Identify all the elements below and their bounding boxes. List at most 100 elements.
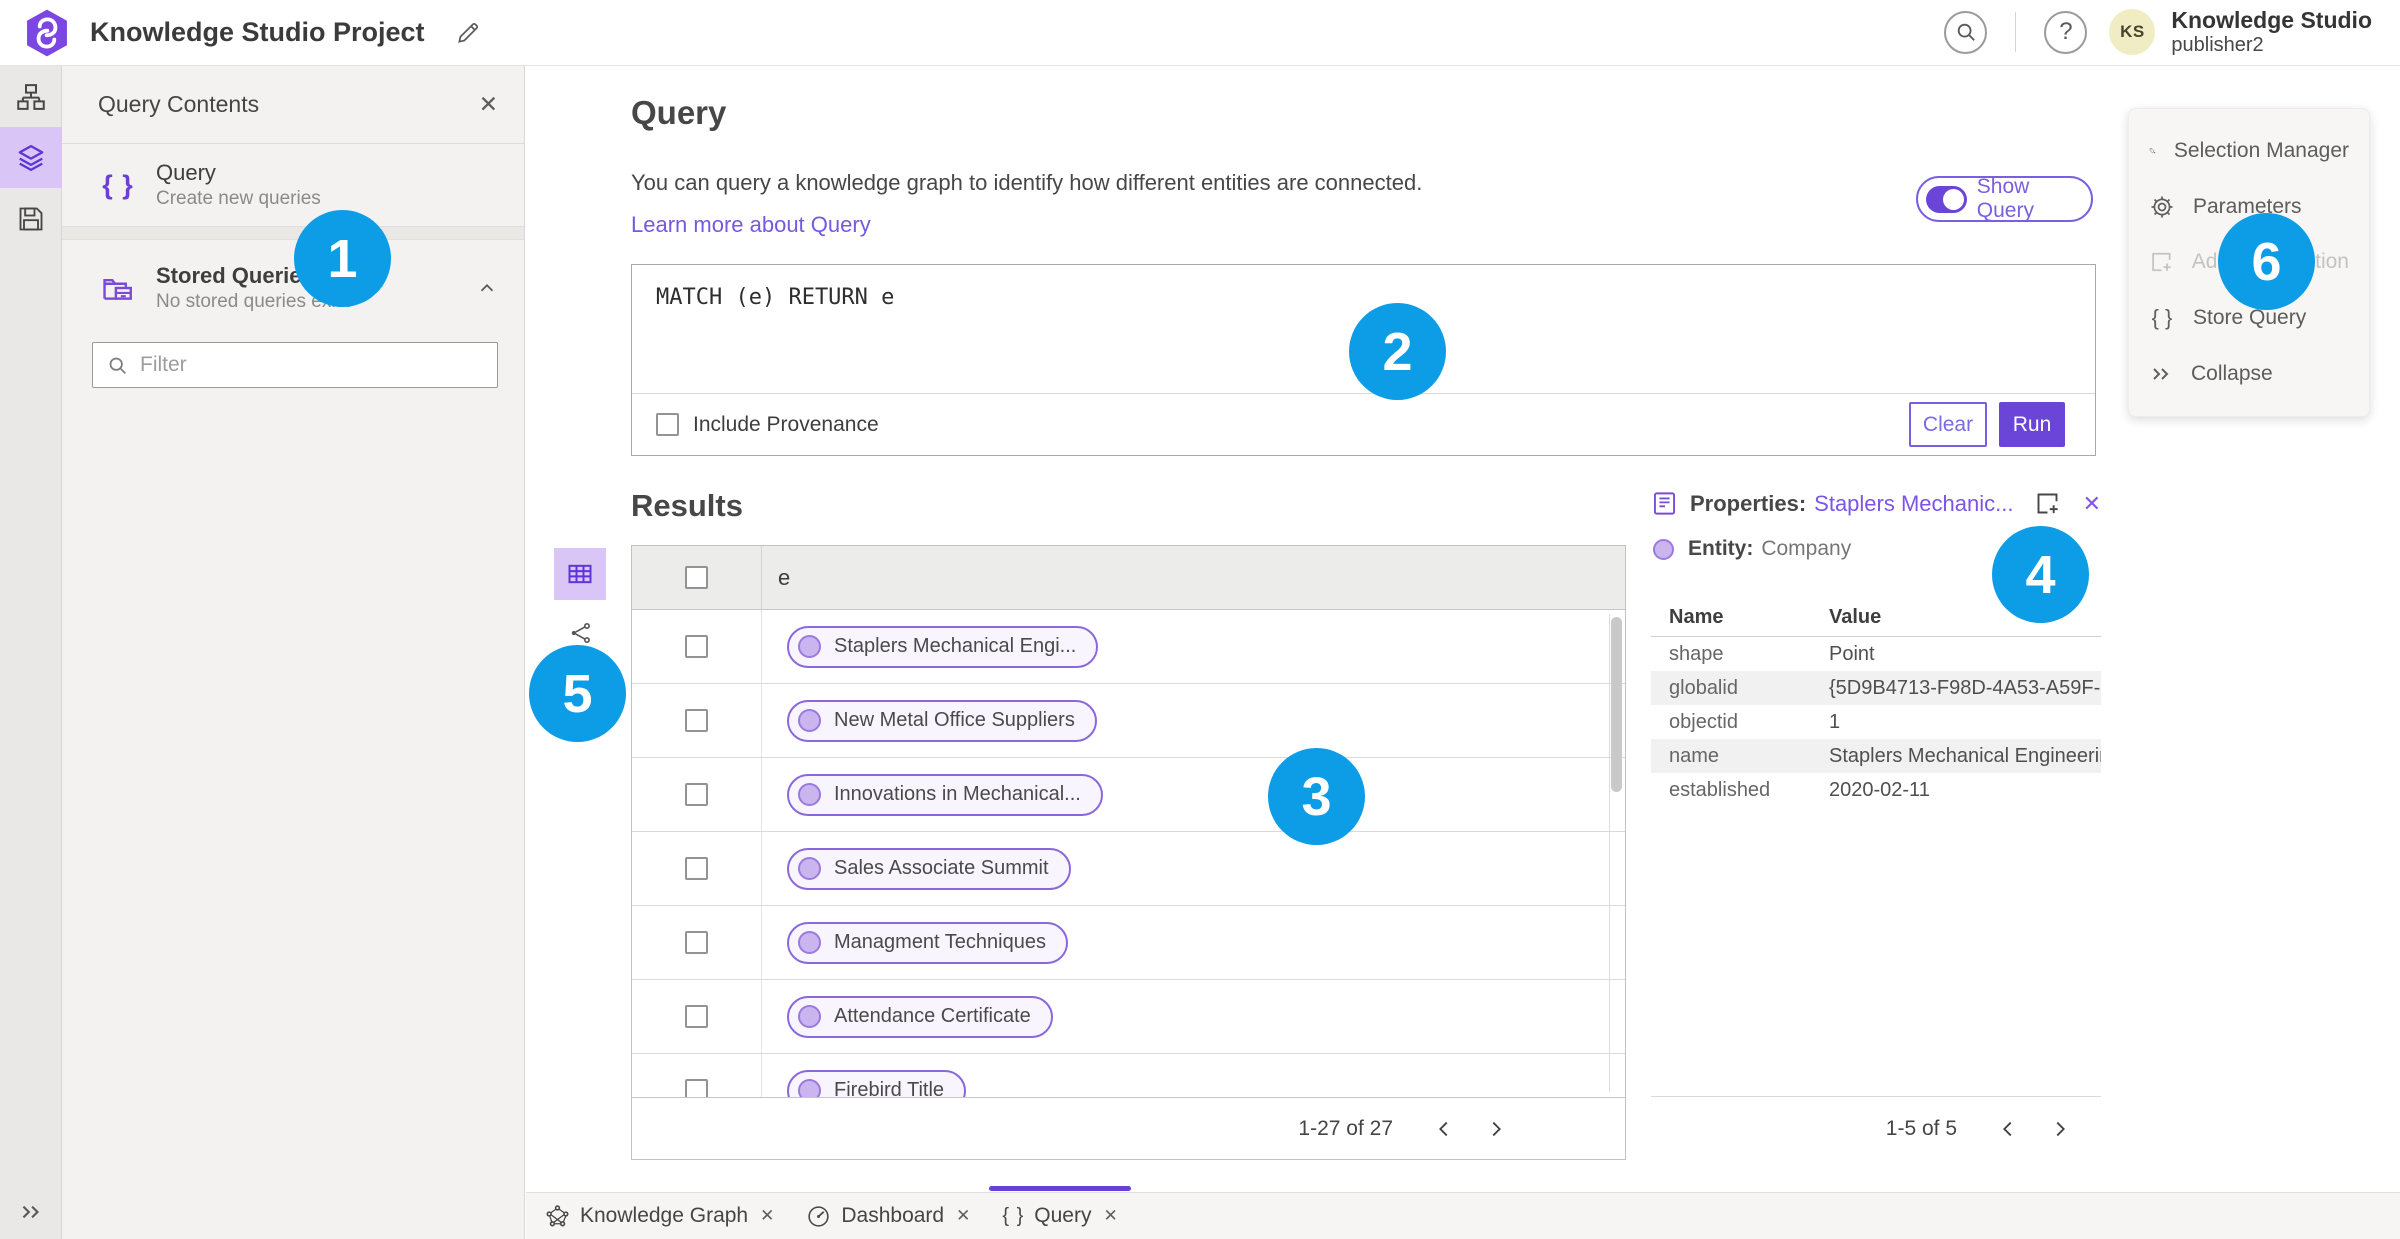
entity-pill[interactable]: Sales Associate Summit bbox=[787, 847, 1071, 890]
entity-dot-icon bbox=[798, 931, 821, 954]
tab-query[interactable]: { } Query ✕ bbox=[989, 1185, 1132, 1239]
properties-icon bbox=[1653, 492, 1676, 515]
close-panel-button[interactable]: ✕ bbox=[479, 91, 498, 118]
results-next-page-button[interactable] bbox=[1479, 1112, 1513, 1146]
avatar[interactable]: KS bbox=[2109, 9, 2156, 56]
clear-button[interactable]: Clear bbox=[1909, 402, 1987, 447]
dashboard-gauge-icon bbox=[808, 1205, 830, 1227]
filter-box bbox=[92, 342, 498, 388]
include-provenance-checkbox[interactable] bbox=[656, 413, 679, 436]
show-query-label: Show Query bbox=[1976, 175, 2034, 222]
properties-header: Properties: Staplers Mechanic... ✕ bbox=[1651, 490, 2101, 517]
close-tab-button[interactable]: ✕ bbox=[956, 1206, 970, 1226]
expand-rail-button[interactable] bbox=[0, 1199, 62, 1225]
entity-pill-label: Staplers Mechanical Engi... bbox=[834, 635, 1077, 657]
entity-pill[interactable]: Innovations in Mechanical... bbox=[787, 773, 1103, 816]
contents-rail-button[interactable] bbox=[0, 127, 62, 188]
row-checkbox[interactable] bbox=[685, 635, 708, 658]
close-properties-button[interactable]: ✕ bbox=[2083, 491, 2101, 517]
save-icon bbox=[19, 207, 43, 230]
callout-5: 5 bbox=[529, 645, 626, 742]
property-value: Point bbox=[1829, 642, 1875, 665]
select-all-checkbox[interactable] bbox=[685, 566, 708, 589]
sidebar-item-stored-queries[interactable]: Stored Queries No stored queries exist bbox=[62, 240, 524, 336]
data-model-rail-button[interactable] bbox=[0, 66, 62, 127]
collapse-item[interactable]: Collapse bbox=[2129, 353, 2369, 395]
link-chart-icon bbox=[571, 622, 590, 644]
edit-title-button[interactable] bbox=[455, 20, 481, 46]
property-name: shape bbox=[1669, 642, 1724, 665]
filter-search-icon bbox=[109, 357, 126, 374]
entity-pill-label: Sales Associate Summit bbox=[834, 857, 1049, 879]
braces-icon: { } bbox=[2151, 305, 2173, 331]
search-icon bbox=[1957, 24, 1975, 42]
results-pagination: 1-27 of 27 bbox=[632, 1097, 1625, 1159]
close-tab-button[interactable]: ✕ bbox=[760, 1206, 774, 1226]
tab-label: Query bbox=[1034, 1204, 1092, 1227]
braces-icon: { } bbox=[1002, 1204, 1025, 1227]
results-table: e Staplers Mechanical Engi... New Metal … bbox=[631, 545, 1626, 1160]
close-tab-button[interactable]: ✕ bbox=[1103, 1206, 1117, 1226]
properties-page-range: 1-5 of 5 bbox=[1885, 1116, 1957, 1140]
table-row: Sales Associate Summit bbox=[632, 832, 1625, 906]
row-checkbox[interactable] bbox=[685, 1005, 708, 1028]
table-row: Attendance Certificate bbox=[632, 980, 1625, 1054]
entity-pill-label: Innovations in Mechanical... bbox=[834, 783, 1081, 805]
user-menu[interactable]: Knowledge Studio publisher2 bbox=[2171, 8, 2372, 57]
entity-dot-icon bbox=[798, 635, 821, 658]
run-button[interactable]: Run bbox=[1999, 402, 2065, 447]
entity-pill-label: Attendance Certificate bbox=[834, 1005, 1031, 1027]
tab-dashboard[interactable]: Dashboard ✕ bbox=[793, 1193, 983, 1239]
results-prev-page-button[interactable] bbox=[1427, 1112, 1461, 1146]
entity-pill[interactable]: New Metal Office Suppliers bbox=[787, 699, 1097, 742]
table-view-button[interactable] bbox=[554, 548, 606, 600]
row-checkbox[interactable] bbox=[685, 857, 708, 880]
tab-label: Knowledge Graph bbox=[580, 1204, 749, 1227]
panel-title: Query Contents bbox=[98, 91, 260, 117]
save-rail-button[interactable] bbox=[0, 188, 62, 249]
properties-title: Properties: bbox=[1690, 490, 1807, 516]
properties-entity-link[interactable]: Staplers Mechanic... bbox=[1814, 491, 2013, 517]
filter-input[interactable] bbox=[140, 353, 483, 377]
left-icon-rail bbox=[0, 66, 62, 1239]
table-icon bbox=[568, 564, 592, 584]
property-row: name Staplers Mechanical Engineering bbox=[1651, 739, 2101, 773]
learn-more-link[interactable]: Learn more about Query bbox=[631, 212, 871, 238]
row-checkbox[interactable] bbox=[685, 783, 708, 806]
entity-dot-icon bbox=[798, 1079, 821, 1097]
knowledge-graph-icon bbox=[546, 1204, 569, 1226]
query-editor-footer: Include Provenance Clear Run bbox=[632, 393, 2095, 455]
entity-pill-label: Firebird Title bbox=[834, 1079, 945, 1097]
callout-1: 1 bbox=[294, 210, 391, 307]
entity-pill[interactable]: Staplers Mechanical Engi... bbox=[787, 625, 1099, 668]
sidebar-item-query[interactable]: { } Query Create new queries bbox=[62, 144, 524, 226]
callout-4: 4 bbox=[1992, 526, 2089, 623]
entity-type-icon bbox=[1653, 538, 1674, 560]
scrollbar-thumb[interactable] bbox=[1611, 617, 1622, 792]
row-checkbox[interactable] bbox=[685, 1079, 708, 1097]
double-chevron-right-icon bbox=[2153, 368, 2169, 380]
collapse-section-button[interactable] bbox=[476, 277, 498, 299]
selection-manager-item[interactable]: Selection Manager bbox=[2129, 130, 2369, 172]
properties-next-page-button[interactable] bbox=[2043, 1112, 2077, 1146]
properties-prev-page-button[interactable] bbox=[1991, 1112, 2025, 1146]
search-button[interactable] bbox=[1944, 10, 1988, 54]
header-divider bbox=[2015, 12, 2017, 53]
tab-knowledge-graph[interactable]: Knowledge Graph ✕ bbox=[532, 1193, 787, 1239]
entity-pill[interactable]: Managment Techniques bbox=[787, 921, 1068, 964]
help-button[interactable]: ? bbox=[2044, 10, 2088, 54]
pencil-icon bbox=[457, 22, 478, 43]
entity-pill[interactable]: Attendance Certificate bbox=[787, 995, 1053, 1038]
query-editor-text[interactable]: MATCH (e) RETURN e bbox=[656, 285, 894, 310]
row-checkbox[interactable] bbox=[685, 931, 708, 954]
add-to-selection-button[interactable] bbox=[2034, 490, 2061, 517]
entity-pill[interactable]: Firebird Title bbox=[787, 1069, 967, 1097]
results-scrollbar[interactable] bbox=[1609, 614, 1623, 1092]
data-model-icon bbox=[17, 83, 45, 110]
collapse-label: Collapse bbox=[2191, 362, 2273, 386]
chevron-right-icon bbox=[2056, 1121, 2065, 1136]
entity-value: Company bbox=[1761, 537, 1852, 560]
row-checkbox[interactable] bbox=[685, 709, 708, 732]
entity-pill-label: New Metal Office Suppliers bbox=[834, 709, 1075, 731]
show-query-toggle[interactable]: Show Query bbox=[1916, 175, 2093, 222]
